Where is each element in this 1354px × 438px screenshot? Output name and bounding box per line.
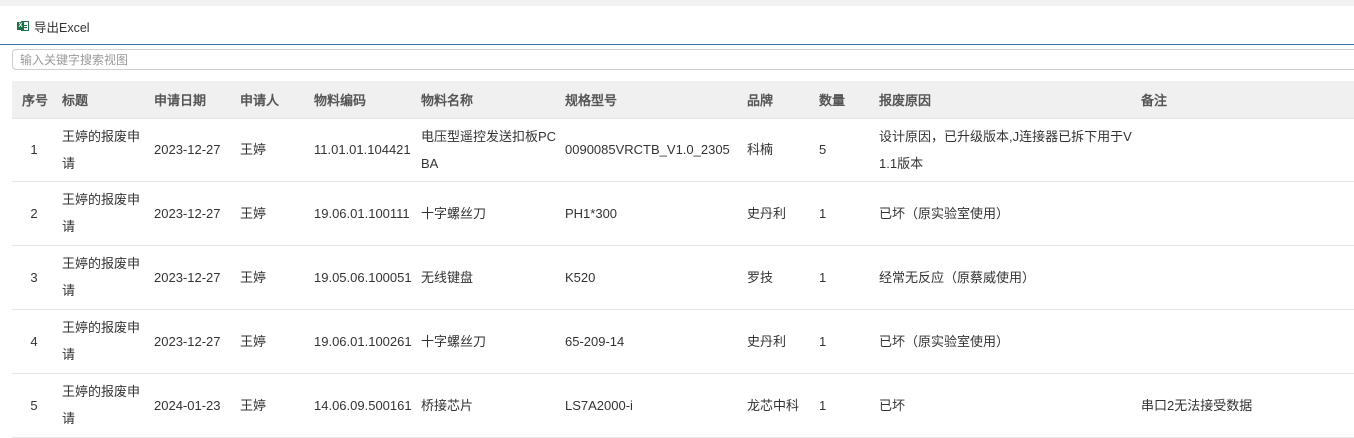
table-row[interactable]: 1 王婷的报废申请 2023-12-27 王婷 11.01.01.104421 … [12,118,1354,181]
table-row[interactable]: 4 王婷的报废申请 2023-12-27 王婷 19.06.01.100261 … [12,309,1354,373]
cell-brand: 史丹利 [747,205,787,221]
cell-title-text: 王婷的报废申请 [62,384,141,426]
cell-date: 2023-12-27 [154,142,221,157]
cell-reason-text: 设计原因，已升级版本,J连接器已拆下用于V1.1版本 [879,128,1132,171]
cell-qty: 1 [819,205,827,221]
data-table: 序号 标题 申请日期 申请人 物料编码 物料名称 规格型号 品牌 数量 报废原因… [12,81,1354,438]
cell-seq: 5 [30,397,38,413]
cell-remark: 串口2无法接受数据 [1141,397,1253,413]
cell-spec: LS7A2000-i [565,397,633,413]
cell-brand: 罗技 [747,269,774,285]
export-excel-label: 导出Excel [34,20,90,35]
cell-name: 十字螺丝刀 [415,309,559,373]
cell-date: 2024-01-23 [154,397,221,413]
column-header-spec[interactable]: 规格型号 [559,81,741,119]
table-row[interactable]: 3 王婷的报废申请 2023-12-27 王婷 19.05.06.100051 … [12,245,1354,309]
cell-name-text: 十字螺丝刀 [421,333,487,349]
column-header-name[interactable]: 物料名称 [415,81,559,119]
cell-spec: 65-209-14 [565,333,625,349]
cell-brand: 龙芯中科 [747,397,800,413]
cell-name-text: 电压型遥控发送扣板PCBA [421,128,557,171]
cell-name-text: 十字螺丝刀 [421,205,487,221]
toolbar: X 导出Excel [0,6,1354,45]
cell-spec: K520 [565,269,596,285]
column-header-remark[interactable]: 备注 [1135,81,1354,119]
column-header-code[interactable]: 物料编码 [308,81,415,119]
cell-title: 王婷的报废申请 [56,181,148,245]
cell-name: 桥接芯片 [415,373,559,437]
column-header-reason[interactable]: 报废原因 [873,81,1135,119]
cell-remark [1135,245,1354,309]
column-header-date[interactable]: 申请日期 [148,81,234,119]
cell-title: 王婷的报废申请 [56,373,148,437]
cell-qty: 5 [819,142,827,157]
cell-title-text: 王婷的报废申请 [62,192,141,234]
cell-spec: 0090085VRCTB_V1.0_2305 [565,142,730,157]
cell-code: 11.01.01.104421 [314,142,411,157]
cell-title: 王婷的报废申请 [56,245,148,309]
cell-remark [1135,118,1354,181]
cell-qty: 1 [819,333,827,349]
table-header-row: 序号 标题 申请日期 申请人 物料编码 物料名称 规格型号 品牌 数量 报废原因… [12,81,1354,119]
cell-date: 2023-12-27 [154,269,221,285]
cell-reason-text: 经常无反应（原蔡威使用） [879,269,1036,285]
cell-applicant: 王婷 [240,333,267,349]
cell-applicant: 王婷 [240,269,267,285]
cell-seq: 2 [30,205,38,221]
cell-name: 电压型遥控发送扣板PCBA [415,118,559,181]
cell-reason: 已坏（原实验室使用） [873,309,1135,373]
cell-name-text: 桥接芯片 [421,397,474,413]
cell-title-text: 王婷的报废申请 [62,320,141,362]
cell-applicant: 王婷 [240,397,267,413]
cell-reason-text: 已坏（原实验室使用） [879,205,1010,221]
column-header-applicant[interactable]: 申请人 [234,81,308,119]
cell-applicant: 王婷 [240,142,267,157]
table-row[interactable]: 2 王婷的报废申请 2023-12-27 王婷 19.06.01.100111 … [12,181,1354,245]
cell-title-text: 王婷的报废申请 [62,128,141,171]
cell-code: 19.05.06.100051 [314,269,412,285]
cell-reason: 已坏 [873,373,1135,437]
export-excel-button[interactable]: X 导出Excel [17,17,90,35]
cell-name: 十字螺丝刀 [415,181,559,245]
cell-date: 2023-12-27 [154,205,221,221]
cell-brand: 史丹利 [747,333,787,349]
cell-qty: 1 [819,397,827,413]
cell-date: 2023-12-27 [154,333,221,349]
cell-reason: 已坏（原实验室使用） [873,181,1135,245]
cell-title: 王婷的报废申请 [56,309,148,373]
cell-remark [1135,309,1354,373]
cell-seq: 3 [30,269,38,285]
cell-code: 14.06.09.500161 [314,397,412,413]
column-header-seq[interactable]: 序号 [12,81,56,119]
excel-icon: X [17,20,29,32]
search-input[interactable] [12,49,1354,70]
cell-code: 19.06.01.100111 [314,205,410,221]
cell-seq: 1 [30,142,38,157]
cell-reason-text: 已坏（原实验室使用） [879,333,1010,349]
cell-name: 无线键盘 [415,245,559,309]
cell-qty: 1 [819,269,827,285]
column-header-brand[interactable]: 品牌 [741,81,813,119]
cell-code: 19.06.01.100261 [314,333,412,349]
column-header-title[interactable]: 标题 [56,81,148,119]
cell-reason: 设计原因，已升级版本,J连接器已拆下用于V1.1版本 [873,118,1135,181]
cell-brand: 科楠 [747,142,774,157]
cell-applicant: 王婷 [240,205,267,221]
cell-reason: 经常无反应（原蔡威使用） [873,245,1135,309]
cell-reason-text: 已坏 [879,397,906,413]
cell-spec: PH1*300 [565,205,618,221]
cell-name-text: 无线键盘 [421,269,474,285]
cell-title-text: 王婷的报废申请 [62,256,141,298]
cell-seq: 4 [30,333,38,349]
table-row[interactable]: 5 王婷的报废申请 2024-01-23 王婷 14.06.09.500161 … [12,373,1354,437]
cell-remark [1135,181,1354,245]
cell-title: 王婷的报废申请 [56,118,148,181]
column-header-qty[interactable]: 数量 [813,81,873,119]
